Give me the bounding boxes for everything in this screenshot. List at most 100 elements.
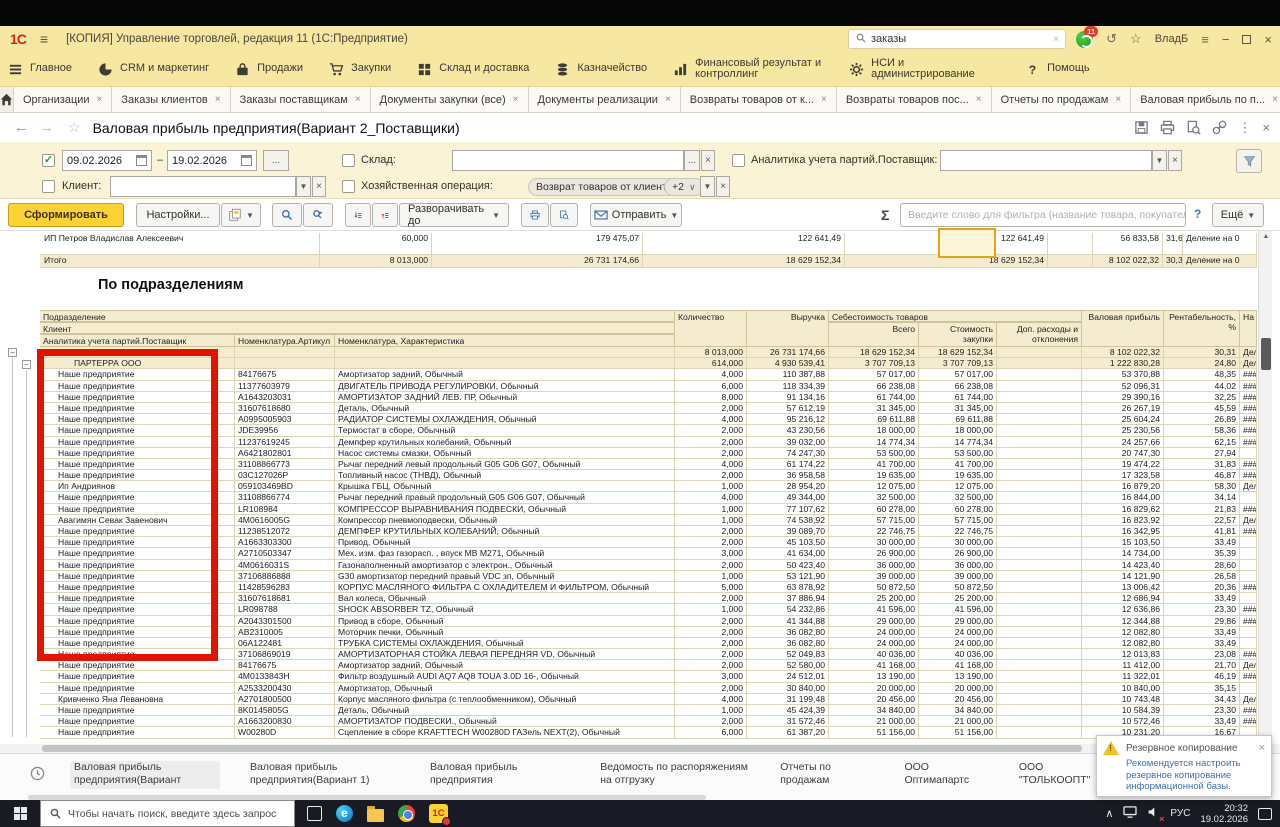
home-tab[interactable] bbox=[0, 87, 14, 112]
tab-close-icon[interactable]: × bbox=[513, 94, 519, 105]
print-icon[interactable] bbox=[1160, 120, 1175, 135]
close-window-icon[interactable]: × bbox=[1262, 120, 1270, 135]
expand-all-button[interactable] bbox=[372, 203, 398, 227]
table-row[interactable]: Авагимян Севак Завенович4M0616005GКомпре… bbox=[40, 515, 1257, 526]
more-button[interactable]: Ещё▼ bbox=[1212, 203, 1264, 227]
scroll-up-icon[interactable]: ▲ bbox=[1259, 233, 1273, 240]
collapse-group-icon[interactable]: − bbox=[8, 348, 17, 357]
table-row[interactable]: 8 013,00026 731 174,6618 629 152,3418 62… bbox=[40, 347, 1257, 358]
period-checkbox[interactable]: ✓ bbox=[42, 154, 55, 167]
table-row[interactable]: Наше предприятие31108866774Рычаг передни… bbox=[40, 492, 1257, 503]
find-next-button[interactable] bbox=[303, 203, 333, 227]
table-row[interactable]: Наше предприятие8K0145805GДеталь, Обычны… bbox=[40, 705, 1257, 716]
column-header[interactable]: Себестоимость товаров bbox=[829, 310, 1082, 322]
tab[interactable]: Возвраты товаров пос...× bbox=[837, 87, 992, 112]
tab[interactable]: Отчеты по продажам× bbox=[992, 87, 1132, 112]
tab[interactable]: Документы закупки (все)× bbox=[371, 87, 529, 112]
table-row[interactable]: Итого8 013,00026 731 174,6618 629 152,34… bbox=[40, 255, 1257, 268]
menu-item[interactable]: Склад и доставка bbox=[417, 62, 529, 77]
column-header[interactable]: Стоимость закупки bbox=[919, 322, 997, 347]
network-icon[interactable] bbox=[1123, 805, 1137, 823]
column-header[interactable]: Количество bbox=[675, 310, 747, 347]
expand-to-button[interactable]: Разворачивать до▼ bbox=[399, 203, 509, 227]
menu-item[interactable]: ?Помощь bbox=[1025, 62, 1090, 77]
notification-close-icon[interactable]: × bbox=[1259, 742, 1265, 754]
table-row[interactable]: Наше предприятие11377603979ДВИГАТЕЛЬ ПРИ… bbox=[40, 381, 1257, 392]
horizontal-scrollbar[interactable] bbox=[0, 744, 1258, 753]
tab-close-icon[interactable]: × bbox=[355, 94, 361, 105]
minimize-button[interactable]: − bbox=[1222, 32, 1230, 47]
taskbar-clock[interactable]: 20:32 19.02.2026 bbox=[1200, 803, 1248, 825]
tab-close-icon[interactable]: × bbox=[1272, 94, 1278, 105]
footer-window-item[interactable]: Ведомость по распоряжениям на отгрузку bbox=[600, 761, 750, 789]
notification-body-link[interactable]: Рекомендуется настроить резервное копиро… bbox=[1103, 758, 1265, 793]
table-row[interactable]: ПАРТЕРРА ООО614,0004 930 539,413 707 709… bbox=[40, 358, 1257, 369]
table-row[interactable]: Наше предприятиеJDE39956Термостат в сбор… bbox=[40, 425, 1257, 436]
tab-close-icon[interactable]: × bbox=[215, 94, 221, 105]
column-header[interactable]: Валовая прибыль bbox=[1082, 310, 1164, 347]
table-row[interactable]: Наше предприятие37106886888G30 амортизат… bbox=[40, 571, 1257, 582]
favorite-star-icon[interactable]: ☆ bbox=[68, 119, 81, 136]
scrollbar-thumb[interactable] bbox=[1261, 338, 1271, 370]
service-menu-icon[interactable]: ≡ bbox=[1201, 32, 1209, 47]
warehouse-field[interactable] bbox=[452, 150, 684, 171]
menu-item[interactable]: Казначейство bbox=[555, 62, 647, 77]
tab[interactable]: Заказы клиентов× bbox=[112, 87, 230, 112]
column-header[interactable]: Номенклатура.Артикул bbox=[235, 334, 335, 347]
tab[interactable]: Заказы поставщикам× bbox=[231, 87, 371, 112]
tab-close-icon[interactable]: × bbox=[665, 94, 671, 105]
tab[interactable]: Возвраты товаров от к...× bbox=[681, 87, 837, 112]
table-row[interactable]: Наше предприятие11238512072ДЕМПФЕР КРУТИ… bbox=[40, 526, 1257, 537]
tab-close-icon[interactable]: × bbox=[97, 94, 103, 105]
column-header[interactable]: Аналитика учета партий.Поставщик bbox=[40, 334, 235, 347]
back-arrow-icon[interactable]: ← bbox=[14, 119, 29, 136]
table-row[interactable]: ИП Петров Владислав Алексеевич60,000179 … bbox=[40, 233, 1257, 255]
analytics-field[interactable] bbox=[940, 150, 1152, 171]
menu-item[interactable]: Продажи bbox=[235, 62, 303, 77]
table-row[interactable]: Наше предприятиеW00280DСцепление в сборе… bbox=[40, 727, 1257, 738]
tab[interactable]: Валовая прибыль по п...× bbox=[1131, 87, 1280, 112]
tab[interactable]: Документы реализации× bbox=[529, 87, 681, 112]
table-row[interactable]: Наше предприятиеA1643203031АМОРТИЗАТОР З… bbox=[40, 392, 1257, 403]
table-row[interactable]: Наше предприятиеLR108984КОМПРЕССОР ВЫРАВ… bbox=[40, 504, 1257, 515]
warehouse-options-button[interactable]: ... bbox=[684, 150, 700, 171]
save-icon[interactable] bbox=[1134, 120, 1149, 135]
footer-window-item[interactable]: Валовая прибыль предприятия(Вариант 1) bbox=[250, 761, 400, 789]
footer-window-item[interactable]: Валовая прибыль предприятия(Вариант 2_По… bbox=[70, 761, 220, 789]
period-options-button[interactable]: ... bbox=[263, 150, 289, 171]
print-preview-button[interactable] bbox=[550, 203, 578, 227]
print-button[interactable] bbox=[521, 203, 549, 227]
collapse-all-button[interactable] bbox=[345, 203, 371, 227]
calendar-icon[interactable] bbox=[241, 155, 252, 166]
main-menu-icon[interactable]: ≡ bbox=[40, 31, 48, 47]
column-header[interactable]: Доп. расходы и отклонения bbox=[997, 322, 1082, 347]
table-row[interactable]: Наше предприятие31607618681Вал колеса, О… bbox=[40, 593, 1257, 604]
column-header[interactable]: Клиент bbox=[40, 322, 675, 334]
history-clock-icon[interactable] bbox=[30, 766, 45, 781]
table-row[interactable]: Наше предприятиеA2533200430Амортизатор, … bbox=[40, 683, 1257, 694]
menu-item[interactable]: НСИ и администрирование bbox=[849, 58, 999, 81]
settings-button[interactable]: Настройки... bbox=[136, 203, 220, 227]
preview-icon[interactable] bbox=[1186, 120, 1201, 135]
report-grid[interactable]: − − ИП Петров Владислав Алексеевич60,000… bbox=[0, 231, 1258, 744]
windows-start-button[interactable] bbox=[0, 800, 40, 827]
backup-notification[interactable]: Резервное копирование × Рекомендуется на… bbox=[1096, 735, 1272, 797]
more-menu-icon[interactable]: ⋮ bbox=[1238, 120, 1251, 136]
onec-app-icon[interactable]: 1С bbox=[429, 804, 448, 823]
global-search-input[interactable]: заказы × bbox=[848, 29, 1066, 49]
close-app-button[interactable]: × bbox=[1264, 32, 1272, 47]
table-row[interactable]: Наше предприятиеA1663200830АМОРТИЗАТОР П… bbox=[40, 716, 1257, 727]
client-field[interactable] bbox=[110, 176, 296, 197]
menu-item[interactable]: Главное bbox=[8, 62, 72, 77]
table-row[interactable]: Наше предприятие4M0133843HФильтр воздушн… bbox=[40, 671, 1257, 682]
find-button[interactable] bbox=[272, 203, 302, 227]
analytics-checkbox[interactable] bbox=[732, 154, 745, 167]
generate-button[interactable]: Сформировать bbox=[8, 203, 124, 227]
calendar-icon[interactable] bbox=[136, 155, 147, 166]
edge-browser-icon[interactable]: e bbox=[336, 805, 353, 822]
operation-clear-button[interactable]: × bbox=[716, 176, 730, 197]
column-header[interactable]: Выручка bbox=[747, 310, 829, 347]
menu-item[interactable]: Закупки bbox=[329, 62, 391, 77]
table-row[interactable]: Наше предприятие06A122481ТРУБКА СИСТЕМЫ … bbox=[40, 638, 1257, 649]
footer-window-item[interactable]: ООО Оптимапартс bbox=[904, 761, 988, 789]
